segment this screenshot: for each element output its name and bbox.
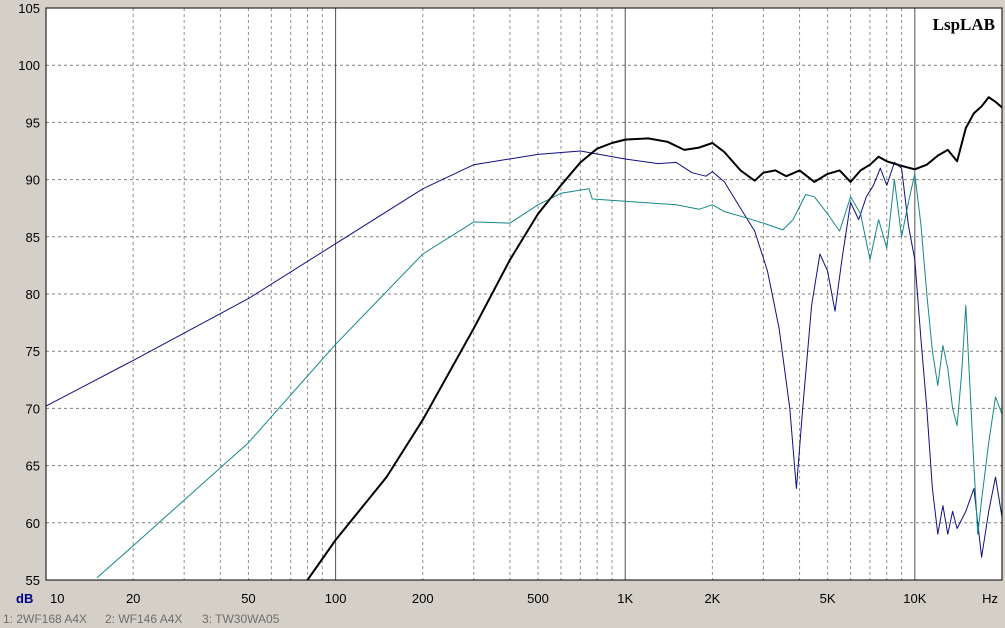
x-tick-label: 500	[527, 591, 549, 606]
legend-bar: 1: 2WF168 A4X 2: WF146 A4X 3: TW30WA05	[0, 611, 1005, 628]
y-tick-label: 75	[26, 344, 40, 359]
y-tick-label: 85	[26, 230, 40, 245]
x-tick-label: 200	[412, 591, 434, 606]
y-unit-label: dB	[16, 591, 33, 606]
y-tick-label: 95	[26, 115, 40, 130]
frequency-response-chart: 55 60 65 70 75 80 85 90 95 100 105 10 20 50 100 200 500 1…	[16, 1, 1003, 606]
y-tick-label: 55	[26, 573, 40, 588]
x-tick-label: 100	[325, 591, 347, 606]
legend-item-series-1[interactable]: 1: 2WF168 A4X	[0, 611, 90, 628]
x-tick-label: 10	[50, 591, 64, 606]
x-tick-label: Hz	[982, 591, 998, 606]
legend-item-series-3[interactable]: 3: TW30WA05	[199, 611, 282, 628]
brand-label: LspLAB	[933, 15, 995, 34]
legend-item-series-2[interactable]: 2: WF146 A4X	[102, 611, 185, 628]
y-tick-label: 100	[18, 58, 40, 73]
y-tick-label: 80	[26, 287, 40, 302]
x-tick-label: 2K	[704, 591, 720, 606]
x-tick-label: 5K	[820, 591, 836, 606]
y-tick-label: 65	[26, 459, 40, 474]
y-tick-label: 60	[26, 516, 40, 531]
x-tick-label: 10K	[903, 591, 926, 606]
y-tick-label: 105	[18, 1, 40, 16]
y-tick-label: 70	[26, 401, 40, 416]
y-tick-label: 90	[26, 173, 40, 188]
x-tick-label: 50	[241, 591, 255, 606]
x-tick-label: 1K	[617, 591, 633, 606]
x-tick-label: 20	[126, 591, 140, 606]
